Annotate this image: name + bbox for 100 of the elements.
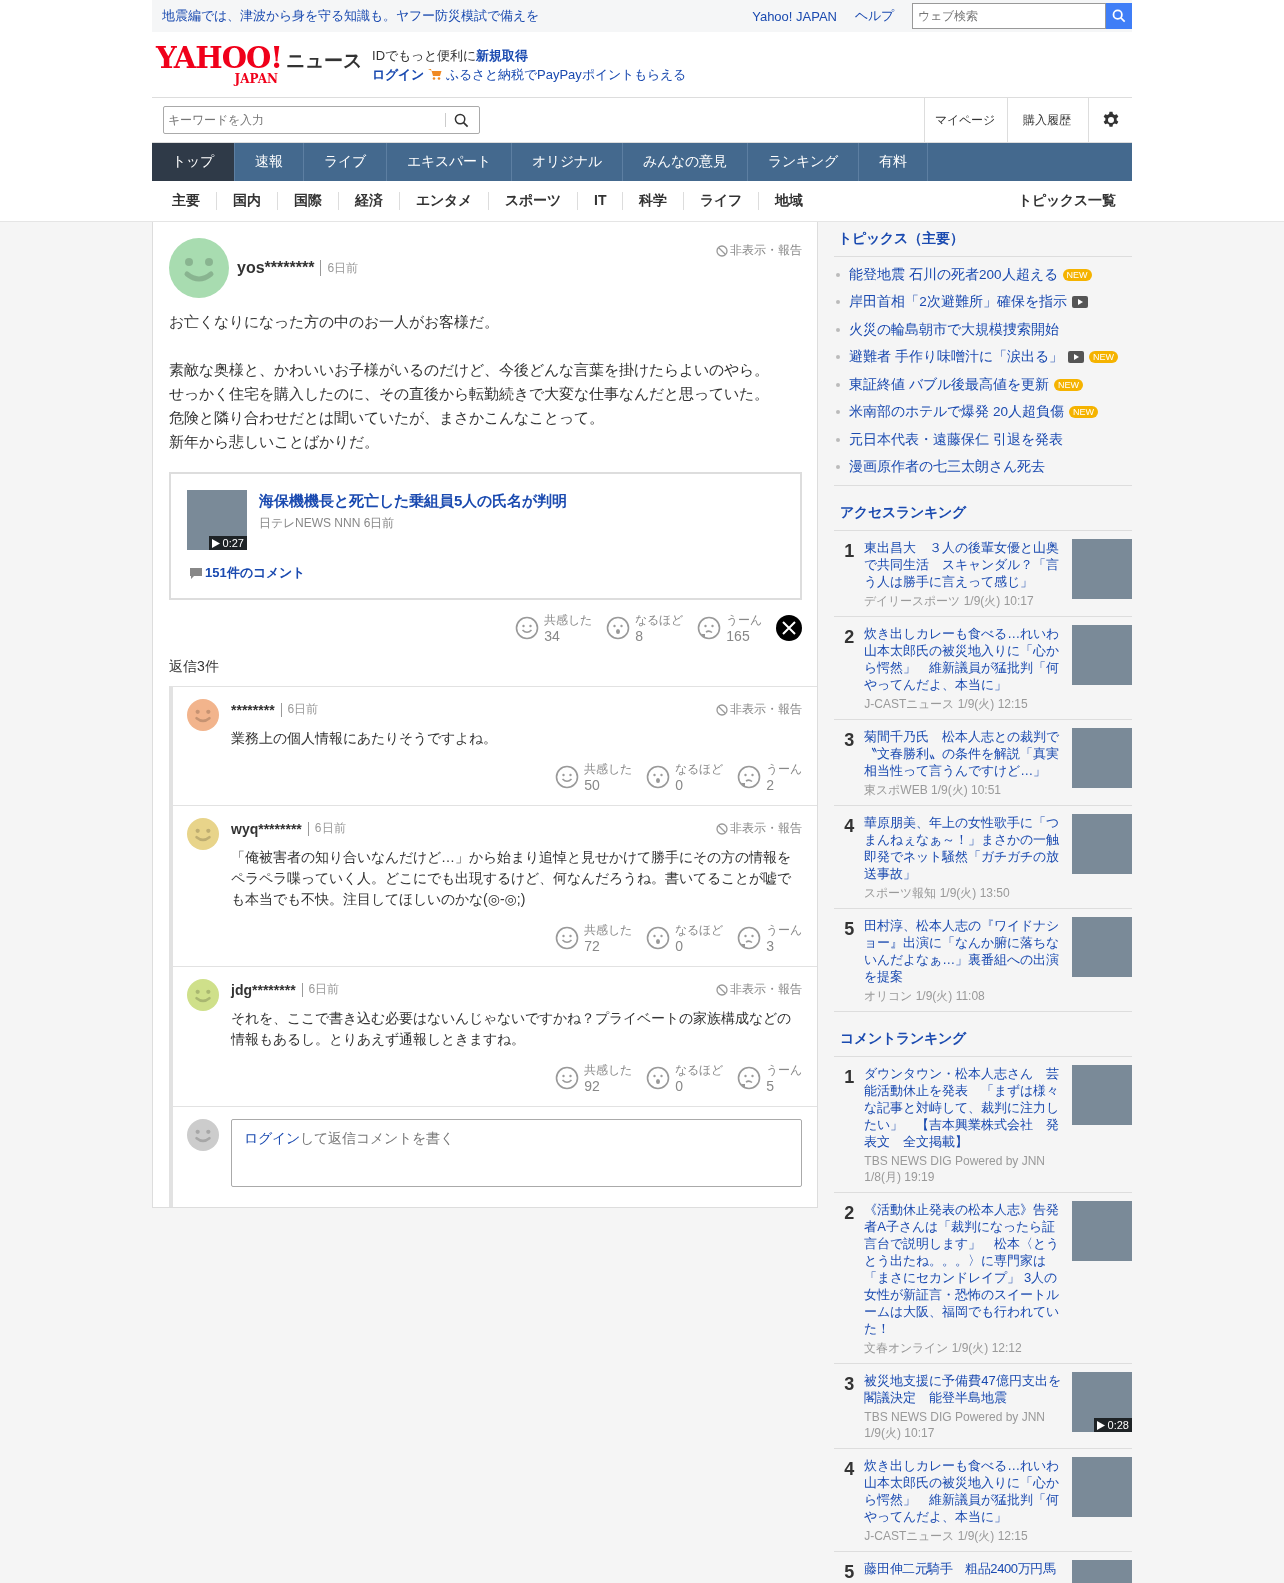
category-link[interactable]: 科学 [623, 192, 685, 210]
account-link[interactable]: 購入履歴 [1007, 98, 1088, 142]
reaction-button[interactable]: 共感した 92 [555, 1062, 633, 1094]
keyword-search-field[interactable]: キーワードを入力 [163, 106, 480, 134]
bullet-icon [836, 355, 841, 360]
ranking-link[interactable]: ダウンタウン・松本人志さん 芸能活動休止を発表 「まずは様々な記事と対峙して、裁判に注力したい」 【吉本興業株式会社 発表文 全文掲載】 [864, 1065, 1062, 1150]
comment-text: せっかく住宅を購入したのに、その直後から転勤続きで大変な仕事なんだと思っていた。 [169, 384, 769, 404]
category-link[interactable]: 国際 [278, 192, 339, 210]
user-name[interactable]: yos******** [237, 260, 322, 276]
reply-input-field[interactable]: ログイン して返信コメントを書く [231, 1119, 803, 1187]
topic-link[interactable]: 岸田首相「2次避難所」確保を指示 [849, 293, 1067, 312]
search-button[interactable] [1106, 3, 1132, 29]
furusato-link[interactable]: ふるさと納税でPayPayポイントもらえる [446, 64, 686, 84]
post-time: 6日前 [287, 701, 319, 718]
nav-tab[interactable]: ランキング [748, 143, 859, 181]
reaction-button[interactable]: なるほど 0 [646, 922, 724, 954]
user-name[interactable]: ******** [231, 702, 282, 717]
article-meta: オリコン 1/9(火) 11:08 [864, 988, 986, 1004]
ranking-link[interactable]: 炊き出しカレーも食べる…れいわ山本太郎氏の被災地入りに「心から愕然」 維新議員が猛批判「何やってんだよ、本当に」 [864, 625, 1062, 693]
comment-text: 素敵な奥様と、かわいいお子様がいるのだけど、今後どんな言葉を掛けたらよいのやら。 [169, 360, 769, 380]
nav-tab[interactable]: 有料 [859, 143, 928, 181]
smile-face-icon [555, 765, 580, 789]
notice-link[interactable]: 地震編では、津波から身を守る知識も。ヤフー防災模試で備えを [162, 7, 539, 25]
surprised-face-icon [646, 765, 671, 789]
comments-link[interactable]: 151件のコメント [205, 564, 305, 582]
ranking-link[interactable]: 華原朋美、年上の女性歌手に「つまんねぇなぁ～！」まさかの一触即発でネット騒然「ガチガチの放送事故」 [864, 814, 1062, 882]
bullet-icon [836, 382, 841, 387]
avatar-icon [187, 1119, 219, 1151]
nav-tab[interactable]: ライブ [304, 143, 387, 181]
hide-report-link[interactable]: 非表示・報告 [716, 242, 803, 259]
ranking-link[interactable]: 炊き出しカレーも食べる…れいわ山本太郎氏の被災地入りに「心から愕然」 維新議員が猛批判「何やってんだよ、本当に」 [864, 1457, 1062, 1525]
block-icon [716, 822, 729, 835]
reaction-button[interactable]: うーん 3 [737, 922, 803, 954]
article-link[interactable]: 海保機機長と死亡した乗組員5人の氏名が判明 [259, 492, 568, 511]
rank-number: 1 [843, 1066, 856, 1089]
section-title: コメントランキング [834, 1026, 1132, 1057]
ranking-link[interactable]: 《活動休止発表の松本人志》告発者A子さんは「裁判になったら証言台で説明します」 松本〈とうとう出たね。。。〉に専門家は「まさにセカンドレイプ」 3人の女性が新証言・恐怖のスイートルームは大阪、福岡でも行われていた！ [864, 1201, 1062, 1337]
category-link[interactable]: 主要 [152, 192, 217, 210]
ranking-link[interactable]: 被災地支援に予備費47億円支出を閣議決定 能登半島地震 [864, 1372, 1062, 1406]
reaction-button[interactable]: なるほど 8 [606, 612, 684, 644]
topics-list-link[interactable]: トピックス一覧 [1002, 192, 1132, 210]
web-search-field[interactable]: ウェブ検索 [912, 3, 1106, 29]
topic-link[interactable]: 火災の輪島朝市で大規模捜索開始 [849, 320, 1060, 339]
ranking-link[interactable]: 田村淳、松本人志の『ワイドナショー』出演に「なんか腑に落ちないんだよなぁ…」裏番組への出演を提案 [864, 917, 1062, 985]
hide-report-link[interactable]: 非表示・報告 [716, 701, 803, 718]
ranking-link[interactable]: 菊間千乃氏 松本人志との裁判で〝文春勝利〟の条件を解説「真実相当性って言うんですけど…」 [864, 728, 1062, 779]
hide-report-link[interactable]: 非表示・報告 [716, 820, 803, 837]
x-share-button[interactable] [776, 615, 803, 641]
login-link[interactable]: ログイン [372, 64, 424, 84]
topic-link[interactable]: 米南部のホテルで爆発 20人超負傷 [849, 403, 1065, 422]
category-link[interactable]: 国内 [217, 192, 278, 210]
comment-text: お亡くなりになった方の中のお一人がお客様だ。 [169, 312, 499, 332]
nav-tab[interactable]: エキスパート [387, 143, 512, 181]
reaction-button[interactable]: なるほど 0 [646, 761, 724, 793]
nav-tab[interactable]: トップ [152, 143, 235, 181]
hide-report-link[interactable]: 非表示・報告 [716, 981, 803, 998]
topic-link[interactable]: 避難者 手作り味噌汁に「涙出る」 [849, 348, 1064, 367]
signup-link[interactable]: 新規取得 [476, 47, 528, 63]
category-link[interactable]: 地域 [759, 192, 820, 210]
account-link[interactable]: マイページ [924, 98, 1007, 142]
nav-tab[interactable]: オリジナル [512, 143, 623, 181]
reaction-button[interactable]: うーん 165 [697, 612, 763, 644]
nav-tab[interactable]: みんなの意見 [623, 143, 748, 181]
user-name[interactable]: wyq******** [231, 821, 309, 836]
article-card[interactable]: 0:27 海保機機長と死亡した乗組員5人の氏名が判明 日テレNEWS NNN 6日前 151件のコメント [169, 472, 803, 600]
header-link[interactable]: ヘルプ [855, 7, 894, 25]
article-meta: J-CASTニュース 1/9(火) 12:15 [864, 1528, 1029, 1544]
post-time: 6日前 [314, 820, 346, 837]
search-icon[interactable] [454, 112, 469, 128]
bullet-icon [836, 410, 841, 415]
topic-link[interactable]: 東証終値 バブル後最高値を更新 [849, 375, 1050, 394]
article-meta: J-CASTニュース 1/9(火) 12:15 [864, 696, 1029, 712]
category-link[interactable]: 経済 [339, 192, 400, 210]
site-logo[interactable]: YAHOO! JAPAN [156, 44, 282, 85]
rank-number: 2 [843, 626, 856, 649]
article-meta: 文春オンライン 1/9(火) 12:12 [864, 1340, 1023, 1356]
category-link[interactable]: IT [578, 192, 624, 210]
topic-link[interactable]: 能登地震 石川の死者200人超える [849, 265, 1058, 284]
smile-face-icon [555, 926, 580, 950]
reaction-button[interactable]: なるほど 0 [646, 1062, 724, 1094]
header-link[interactable]: Yahoo! JAPAN [752, 8, 837, 24]
reaction-button[interactable]: 共感した 72 [555, 922, 633, 954]
category-link[interactable]: ライフ [684, 192, 760, 210]
nav-tab[interactable]: 速報 [235, 143, 304, 181]
reaction-button[interactable]: 共感した 34 [515, 612, 593, 644]
rank-number: 4 [843, 815, 856, 838]
topic-link[interactable]: 漫画原作者の七三太朗さん死去 [849, 458, 1046, 477]
login-link[interactable]: ログイン [244, 1130, 300, 1146]
smile-face-icon [555, 1066, 580, 1090]
category-link[interactable]: エンタメ [400, 192, 489, 210]
topic-link[interactable]: 元日本代表・遠藤保仁 引退を発表 [849, 430, 1064, 449]
reaction-button[interactable]: うーん 5 [737, 1062, 803, 1094]
reaction-button[interactable]: うーん 2 [737, 761, 803, 793]
ranking-link[interactable]: 東出昌大 ３人の後輩女優と山奥で共同生活 スキャンダル？「言う人は勝手に言えって感じ」 [864, 539, 1062, 590]
user-name[interactable]: jdg******** [231, 982, 303, 997]
category-link[interactable]: スポーツ [489, 192, 578, 210]
reaction-button[interactable]: 共感した 50 [555, 761, 633, 793]
ranking-link[interactable]: 藤田伸二元騎手 粗品2400万円馬 [864, 1560, 1068, 1577]
article-meta: TBS NEWS DIG Powered by JNN 1/9(火) 10:17 [864, 1409, 1047, 1441]
rank-number: 3 [843, 729, 856, 752]
